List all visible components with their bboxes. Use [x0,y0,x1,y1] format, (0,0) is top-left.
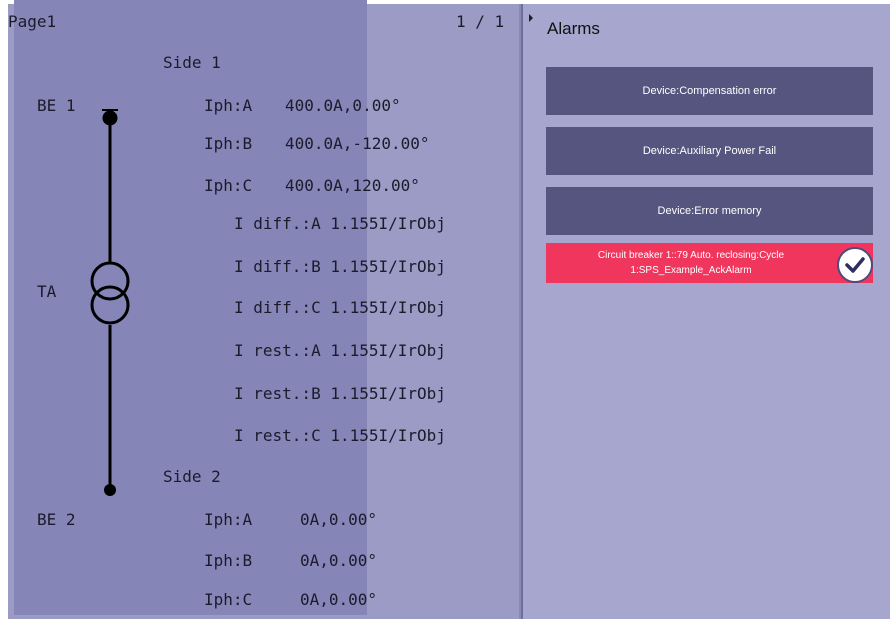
label-ta: TA [37,282,57,301]
transformer-winding-bottom [90,285,130,325]
side2-label: Iph:C [204,590,253,609]
alarm-item-label: Device:Error memory [657,205,762,217]
side1-label: Iph:A [204,96,253,115]
terminal-be2-ring [104,484,116,496]
side2-value: 0A,0.00° [300,510,378,529]
alarms-title: Alarms [547,19,600,38]
alarm-item-label: Device:Compensation error [642,85,777,97]
side2-value: 0A,0.00° [300,551,378,570]
alarm-item-label: Device:Auxiliary Power Fail [642,145,777,157]
side1-value: 400.0A,-120.00° [285,134,430,153]
alarm-item-active[interactable]: Circuit breaker 1::79 Auto. reclosing:Cy… [546,243,873,283]
side2-value: 0A,0.00° [300,590,378,609]
side2-title: Side 2 [163,467,221,486]
measurement-row: I diff.:C 1.155I/IrObj [234,298,446,317]
alarm-item-error-memory[interactable]: Device:Error memory [546,187,873,235]
measurement-row: I diff.:B 1.155I/IrObj [234,257,446,276]
side2-label: Iph:B [204,551,253,570]
side2-label: Iph:A [204,510,253,529]
measurement-row: I diff.:A 1.155I/IrObj [234,214,446,233]
side1-label: Iph:C [204,176,253,195]
side1-title: Side 1 [163,53,221,72]
alarm-item-compensation-error[interactable]: Device:Compensation error [546,67,873,115]
side1-label: Iph:B [204,134,253,153]
measurement-row: I rest.:C 1.155I/IrObj [234,426,446,445]
side1-value: 400.0A,0.00° [285,96,401,115]
label-be2: BE 2 [37,510,76,529]
alarm-active-line2: 1:SPS_Example_AckAlarm [630,265,752,276]
alarm-item-auxiliary-power-fail[interactable]: Device:Auxiliary Power Fail [546,127,873,175]
side1-value: 400.0A,120.00° [285,176,420,195]
label-be1: BE 1 [37,96,76,115]
alarm-active-line1: Circuit breaker 1::79 Auto. reclosing:Cy… [597,250,785,261]
check-circle-icon[interactable] [836,246,874,284]
measurement-row: I rest.:B 1.155I/IrObj [234,384,446,403]
measurement-row: I rest.:A 1.155I/IrObj [234,341,446,360]
